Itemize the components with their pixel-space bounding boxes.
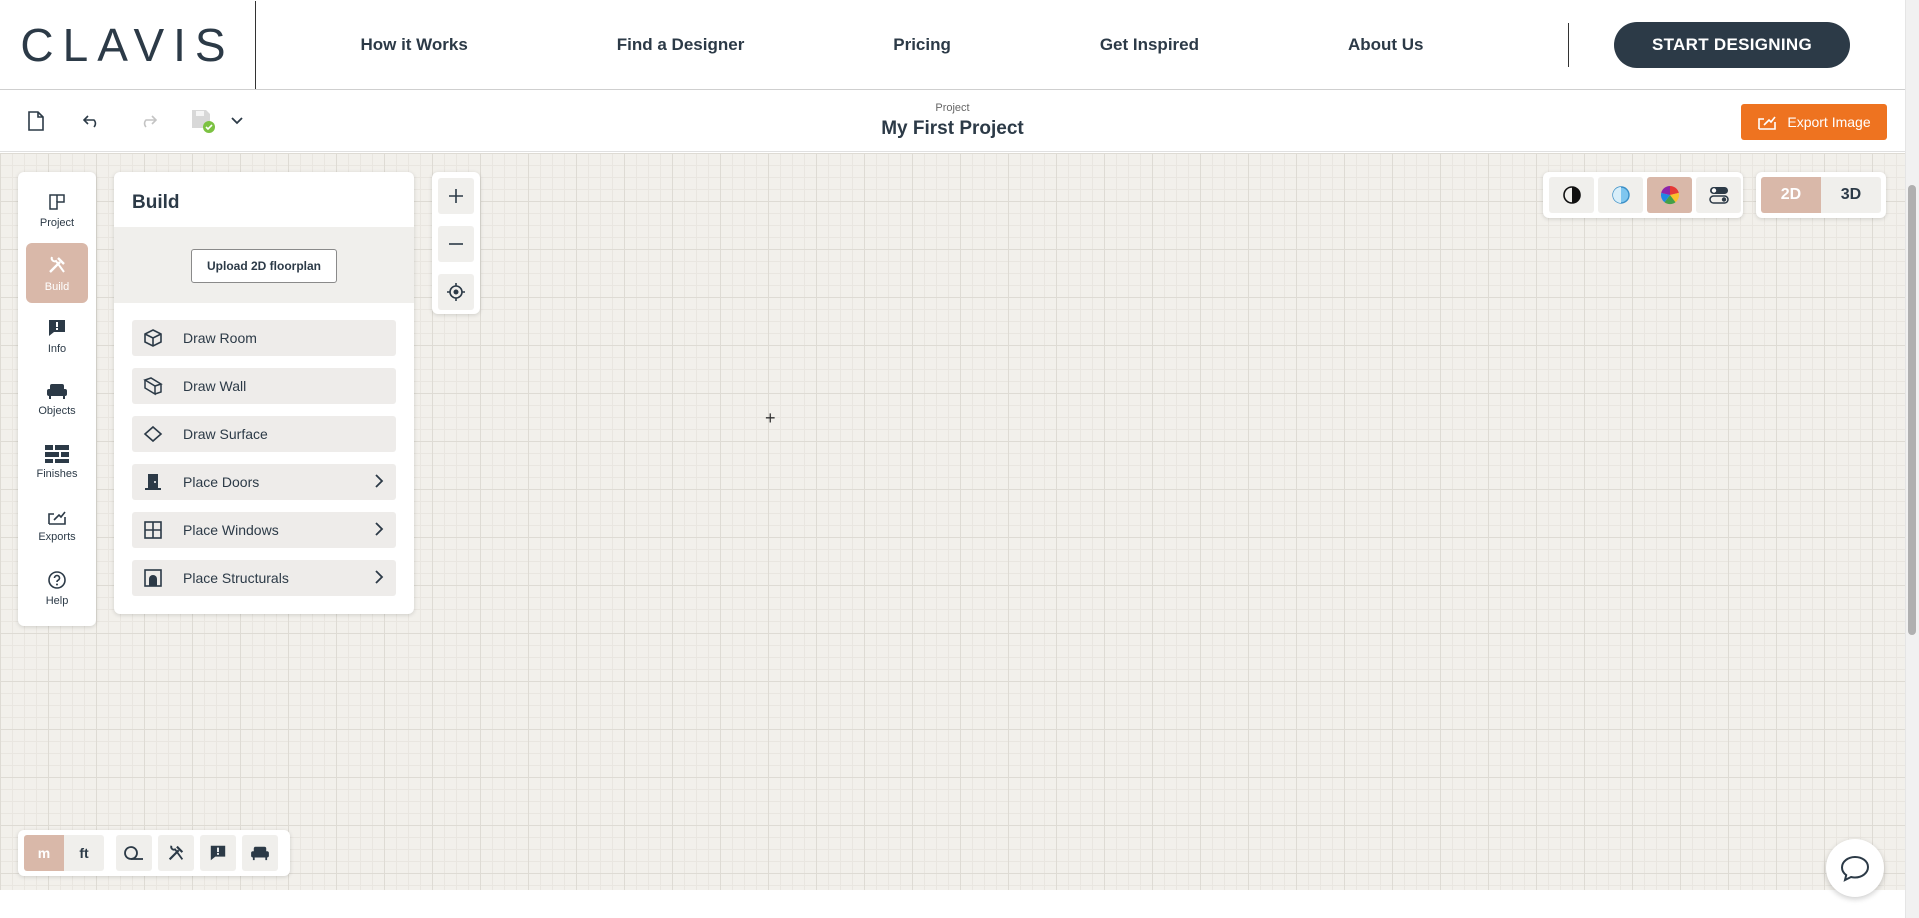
unit-imperial-button[interactable]: ft (64, 835, 104, 871)
nav-links: How it Works Find a Designer Pricing Get… (256, 35, 1538, 55)
nav-about-us[interactable]: About Us (1348, 35, 1424, 55)
fireplace-icon (142, 567, 164, 589)
chat-button[interactable] (1826, 839, 1884, 897)
tool-label: Place Structurals (183, 570, 289, 586)
plus-icon (449, 189, 463, 203)
top-nav: CLAVIS How it Works Find a Designer Pric… (0, 0, 1905, 90)
rail-item-help[interactable]: Help (26, 558, 88, 618)
color-mode-button[interactable] (1647, 177, 1692, 213)
export-image-button[interactable]: Export Image (1741, 104, 1887, 140)
tool-label: Draw Surface (183, 426, 268, 442)
sofa-icon (251, 846, 269, 861)
nav-find-designer[interactable]: Find a Designer (617, 35, 745, 55)
target-icon (447, 283, 465, 301)
info-icon (49, 319, 65, 336)
toggles-icon (1708, 187, 1729, 204)
info-shortcut-button[interactable] (200, 835, 236, 871)
window-icon (142, 519, 164, 541)
color-wheel-icon (1660, 185, 1679, 205)
build-shortcut-button[interactable] (158, 835, 194, 871)
nav-pricing[interactable]: Pricing (893, 35, 951, 55)
clavis-logo[interactable]: CLAVIS (0, 0, 256, 89)
rail-label: Objects (38, 404, 76, 417)
chevron-right-icon (375, 570, 384, 584)
rail-item-exports[interactable]: Exports (26, 495, 88, 555)
project-icon (49, 193, 65, 210)
place-structurals-button[interactable]: Place Structurals (132, 560, 396, 596)
rail-item-project[interactable]: Project (26, 180, 88, 240)
tools-icon (49, 256, 65, 273)
tape-measure-icon (124, 846, 143, 860)
zoom-out-button[interactable] (438, 226, 474, 262)
export-icon (48, 511, 66, 525)
scrollbar-thumb[interactable] (1908, 185, 1916, 635)
rail-label: Finishes (36, 467, 78, 480)
nav-divider (1568, 22, 1569, 67)
draw-room-button[interactable]: Draw Room (132, 320, 396, 356)
contrast-icon (1562, 186, 1581, 204)
measure-button[interactable] (116, 835, 152, 871)
blueprint-mode-button[interactable] (1598, 177, 1643, 213)
build-panel-title: Build (132, 192, 180, 213)
project-name[interactable]: My First Project (0, 118, 1905, 140)
view-3d-button[interactable]: 3D (1821, 177, 1881, 213)
draw-wall-button[interactable]: Draw Wall (132, 368, 396, 404)
chevron-right-icon (375, 522, 384, 536)
unit-metric-button[interactable]: m (24, 835, 64, 871)
wall-icon (142, 375, 164, 397)
project-toolbar: Project My First Project Export Image (0, 90, 1905, 152)
view-2d-button[interactable]: 2D (1761, 177, 1821, 213)
bottom-controls: m ft (18, 830, 290, 876)
nav-get-inspired[interactable]: Get Inspired (1100, 35, 1199, 55)
bottom-strip (0, 890, 1905, 918)
tools-icon (168, 845, 184, 861)
sofa-icon (47, 383, 67, 399)
rail-item-build[interactable]: Build (26, 243, 88, 303)
tool-label: Draw Wall (183, 378, 247, 394)
rail-label: Help (45, 594, 69, 607)
help-icon (48, 570, 66, 589)
minus-icon (449, 243, 463, 245)
place-windows-button[interactable]: Place Windows (132, 512, 396, 548)
room-cube-icon (142, 327, 164, 349)
rail-label: Exports (38, 530, 76, 543)
zoom-in-button[interactable] (438, 178, 474, 214)
rail-item-objects[interactable]: Objects (26, 369, 88, 429)
half-blue-circle-icon (1611, 186, 1630, 204)
recenter-button[interactable] (438, 274, 474, 310)
tool-label: Draw Room (183, 330, 257, 346)
rail-label: Project (39, 216, 75, 229)
info-icon (210, 845, 226, 861)
objects-shortcut-button[interactable] (242, 835, 278, 871)
tool-label: Place Doors (183, 474, 260, 490)
surface-icon (142, 423, 164, 445)
tool-label: Place Windows (183, 522, 279, 538)
rail-label: Build (44, 280, 70, 293)
bricks-icon (45, 444, 69, 463)
zoom-controls (432, 172, 480, 314)
build-panel: Build Upload 2D floorplan Draw Room Draw… (114, 172, 414, 614)
upload-2d-floorplan-button[interactable]: Upload 2D floorplan (191, 249, 337, 283)
start-designing-button[interactable]: START DESIGNING (1614, 21, 1850, 68)
chat-bubble-icon (1840, 855, 1870, 882)
rail-item-info[interactable]: Info (26, 306, 88, 366)
upload-area: Upload 2D floorplan (114, 227, 414, 303)
draw-surface-button[interactable]: Draw Surface (132, 416, 396, 452)
project-label: Project (935, 102, 970, 114)
page-scrollbar[interactable] (1905, 0, 1919, 918)
cursor-crosshair-icon: + (765, 408, 776, 428)
toggle-settings-button[interactable] (1696, 177, 1741, 213)
chevron-right-icon (375, 474, 384, 488)
dimension-toggle: 2D 3D (1756, 172, 1886, 218)
rail-label: Info (47, 342, 67, 355)
place-doors-button[interactable]: Place Doors (132, 464, 396, 500)
rail-item-finishes[interactable]: Finishes (26, 432, 88, 492)
nav-how-it-works[interactable]: How it Works (360, 35, 467, 55)
render-mode-controls (1543, 172, 1743, 218)
left-rail: Project Build Info Objects Finishes Expo… (18, 172, 96, 626)
door-icon (142, 471, 164, 493)
export-image-label: Export Image (1787, 114, 1871, 130)
contrast-mode-button[interactable] (1549, 177, 1594, 213)
export-icon (1758, 116, 1777, 130)
